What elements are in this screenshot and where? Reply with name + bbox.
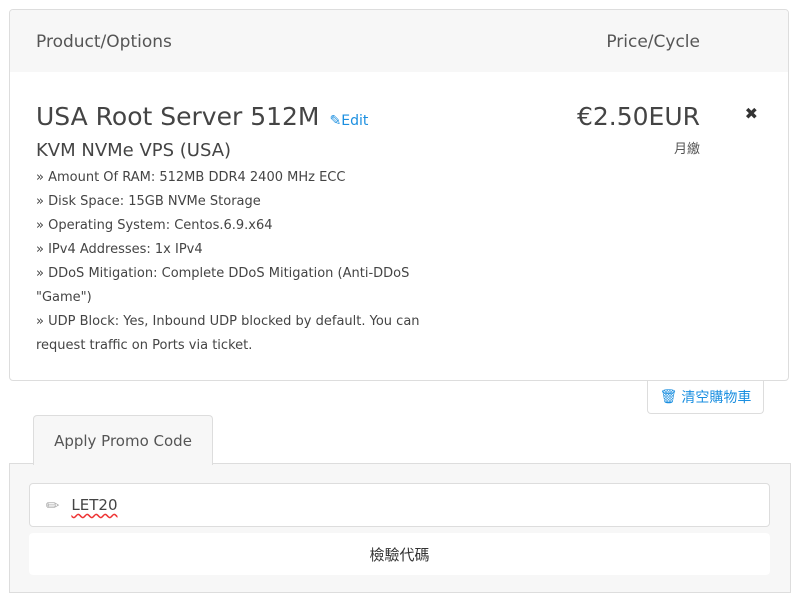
- empty-cart-label: 清空購物車: [681, 390, 752, 406]
- cart-panel: Product/Options Price/Cycle USA Root Ser…: [9, 9, 789, 381]
- product-options-header: Product/Options: [36, 32, 172, 52]
- item-price: €2.50EUR: [576, 102, 700, 131]
- option-line: » Operating System: Centos.6.9.x64: [36, 218, 273, 233]
- tab-apply-promo-code[interactable]: Apply Promo Code: [33, 415, 213, 465]
- billing-cycle: 月繳: [673, 142, 700, 157]
- product-group: KVM NVMe VPS (USA): [36, 140, 232, 161]
- cart-header: Product/Options Price/Cycle: [10, 10, 788, 72]
- option-line: » Amount Of RAM: 512MB DDR4 2400 MHz ECC: [36, 170, 346, 185]
- ticket-icon: ✎: [41, 493, 65, 517]
- product-options: » Amount Of RAM: 512MB DDR4 2400 MHz ECC…: [36, 166, 426, 358]
- price-cycle-header: Price/Cycle: [606, 32, 700, 52]
- trash-icon: 🗑: [659, 389, 678, 405]
- option-line: » Disk Space: 15GB NVMe Storage: [36, 194, 261, 209]
- option-line: » IPv4 Addresses: 1x IPv4: [36, 242, 203, 257]
- pencil-icon: ✎: [329, 113, 342, 129]
- edit-link[interactable]: ✎Edit: [329, 113, 368, 129]
- close-icon[interactable]: ✖: [745, 104, 758, 123]
- validate-code-button[interactable]: 檢驗代碼: [29, 533, 770, 575]
- promo-code-input[interactable]: ✎ LET20: [29, 483, 770, 527]
- edit-label: Edit: [341, 113, 369, 129]
- option-line: » DDoS Mitigation: Complete DDoS Mitigat…: [36, 266, 410, 305]
- promo-code-value: LET20: [71, 496, 118, 514]
- empty-cart-button[interactable]: 🗑 清空購物車: [647, 381, 764, 414]
- option-line: » UDP Block: Yes, Inbound UDP blocked by…: [36, 314, 420, 353]
- product-name: USA Root Server 512M: [36, 102, 320, 131]
- product-title: USA Root Server 512M ✎Edit: [36, 102, 368, 131]
